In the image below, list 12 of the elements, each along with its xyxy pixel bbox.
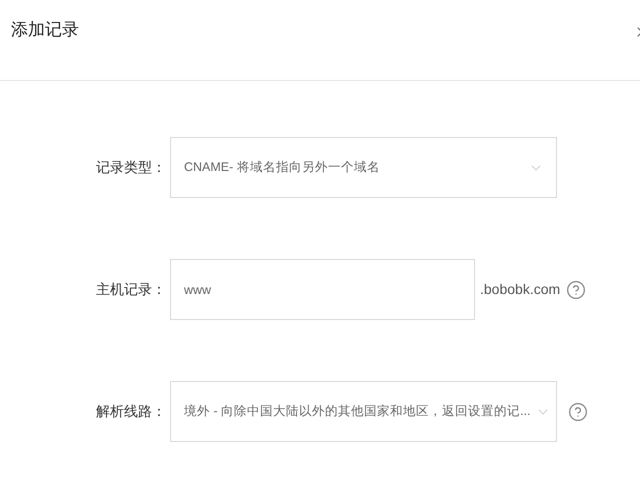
dialog-title: 添加记录 <box>11 19 79 41</box>
help-icon[interactable] <box>566 280 586 300</box>
domain-suffix: .bobobk.com <box>480 280 557 299</box>
field-label: 记录类型： <box>95 158 167 177</box>
select-value: CNAME- 将域名指向另外一个域名 <box>184 159 381 176</box>
select-value: 境外 - 向除中国大陆以外的其他国家和地区，返回设置的记... <box>184 403 531 420</box>
field-label: 解析线路： <box>95 402 167 421</box>
input-field[interactable]: www <box>170 259 475 320</box>
select-field[interactable]: 境外 - 向除中国大陆以外的其他国家和地区，返回设置的记... <box>170 381 557 442</box>
select-field[interactable]: CNAME- 将域名指向另外一个域名 <box>170 137 557 198</box>
field-label: 主机记录： <box>95 280 167 299</box>
help-icon[interactable] <box>568 402 588 422</box>
